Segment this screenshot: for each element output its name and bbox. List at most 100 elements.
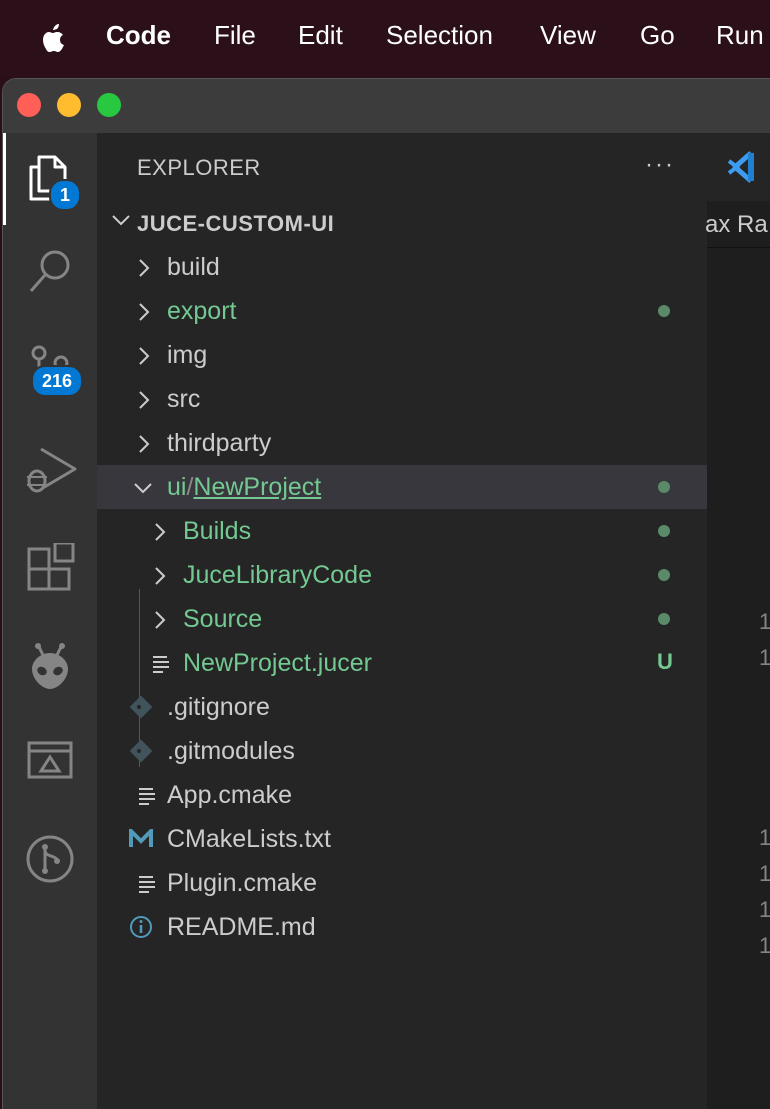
remote-window-icon [27,741,73,779]
activity-platformio[interactable] [3,621,97,713]
macos-menu-bar: Code File Edit Selection View Go Run [0,0,770,76]
modified-dot [658,569,670,581]
tree-item-app-cmake[interactable]: App.cmake [97,773,707,817]
cmake-m-icon [129,829,153,847]
workspace-root[interactable]: JUCE-CUSTOM-UI [97,201,707,245]
chevron-right-icon [139,259,150,277]
menu-view[interactable]: View [540,20,596,51]
tree-item-thirdparty[interactable]: thirdparty [97,421,707,465]
line-number: 1 [759,897,770,923]
run-debug-icon [27,447,77,493]
tree-item-label: CMakeLists.txt [167,825,331,853]
tree-item-readme[interactable]: README.md [97,905,707,949]
activity-git-graph[interactable] [3,813,97,905]
tree-item-label: Builds [183,517,252,545]
chevron-right-icon [139,435,150,453]
tree-item-label: src [167,385,201,413]
alien-icon [32,643,68,689]
editor-tab-bar [707,133,770,201]
modified-dot [658,525,670,537]
chevron-right-icon [155,567,166,585]
menu-go[interactable]: Go [640,20,675,51]
tree-item-builds[interactable]: Builds [97,509,707,553]
path-segment-ui[interactable]: ui [167,473,186,501]
line-number: 1 [759,861,770,887]
window-maximize-button[interactable] [97,93,121,117]
tree-item-label: Source [183,605,263,633]
tree-item-label: Plugin.cmake [167,869,318,897]
text-file-icon [139,788,155,805]
vscode-window: 1 216 EXPLORER ··· JUCE-CUSTOM-UI build … [2,78,770,1109]
title-bar [3,79,770,133]
activity-search[interactable] [3,225,97,317]
menu-edit[interactable]: Edit [298,20,343,51]
info-icon [130,916,152,938]
tree-item-source[interactable]: Source [97,597,707,641]
editor-area: ax Ra 1 1 1 1 1 1 [705,133,770,1109]
modified-dot [658,481,670,493]
tree-item-label: build [167,253,220,281]
menu-app-name[interactable]: Code [106,20,171,51]
chevron-down-icon [134,483,152,494]
sidebar-title: EXPLORER [137,155,261,180]
git-file-icon [129,739,153,763]
window-minimize-button[interactable] [57,93,81,117]
activity-explorer[interactable]: 1 [3,133,97,225]
tree-item-label: JuceLibraryCode [183,561,372,589]
more-actions-button[interactable]: ··· [645,151,675,179]
source-control-badge: 216 [31,365,83,397]
tree-item-jucelibrarycode[interactable]: JuceLibraryCode [97,553,707,597]
activity-source-control[interactable]: 216 [3,325,97,417]
line-number: 1 [759,645,770,671]
menu-selection[interactable]: Selection [386,20,493,51]
tree-item-gitmodules[interactable]: .gitmodules [97,729,707,773]
explorer-sidebar: EXPLORER ··· JUCE-CUSTOM-UI build export… [97,133,707,1109]
vscode-logo-icon[interactable] [725,151,761,183]
path-segment-newproject[interactable]: NewProject [193,473,321,501]
chevron-right-icon [139,391,150,409]
active-indicator [3,133,6,225]
tree-item-build[interactable]: build [97,245,707,289]
workspace-root-label: JUCE-CUSTOM-UI [137,211,335,236]
activity-extensions[interactable] [3,523,97,615]
window-close-button[interactable] [17,93,41,117]
line-number: 1 [759,825,770,851]
text-file-icon [153,656,169,673]
activity-bar: 1 216 [3,133,97,1109]
chevron-down-icon [112,215,130,226]
modified-dot [658,613,670,625]
tree-item-label: img [167,341,208,369]
tree-item-gitignore[interactable]: .gitignore [97,685,707,729]
chevron-right-icon [139,347,150,365]
line-number: 1 [759,609,770,635]
tree-item-img[interactable]: img [97,333,707,377]
chevron-right-icon [155,611,166,629]
apple-logo-icon[interactable] [38,22,70,56]
chevron-right-icon [155,523,166,541]
menu-file[interactable]: File [214,20,256,51]
git-graph-icon [26,835,74,883]
tree-item-label: .gitmodules [167,737,295,765]
tree-item-export[interactable]: export [97,289,707,333]
tree-item-label: NewProject.jucer [183,649,372,677]
tree-item-label: .gitignore [167,693,270,721]
chevron-right-icon [139,303,150,321]
tree-item-src[interactable]: src [97,377,707,421]
tree-item-plugin-cmake[interactable]: Plugin.cmake [97,861,707,905]
breadcrumb-text[interactable]: ax Ra [705,211,768,239]
breadcrumb: ax Ra [705,201,770,248]
extensions-icon [27,543,75,591]
tree-item-label: App.cmake [167,781,293,809]
tree-item-label: README.md [167,913,316,941]
activity-run-debug[interactable] [3,425,97,517]
activity-remote-explorer[interactable] [3,717,97,809]
tree-item-cmakelists[interactable]: CMakeLists.txt [97,817,707,861]
explorer-badge: 1 [49,179,81,211]
tree-item-newproject-jucer[interactable]: NewProject.jucer U [97,641,707,685]
line-number: 1 [759,933,770,959]
untracked-badge: U [657,649,673,674]
tree-item-ui-newproject[interactable]: ui/NewProject [97,465,707,509]
menu-run[interactable]: Run [716,20,764,51]
tree-item-label: export [167,297,237,325]
modified-dot [658,305,670,317]
